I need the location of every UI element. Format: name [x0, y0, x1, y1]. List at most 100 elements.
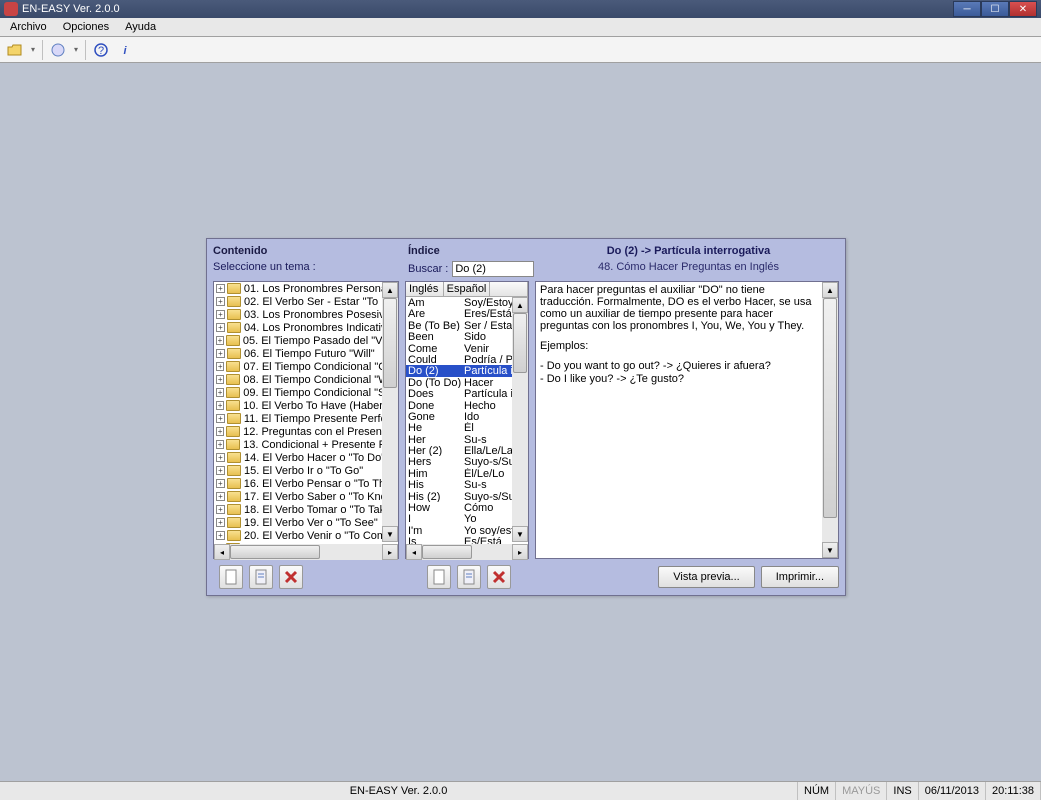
expand-icon[interactable]: + [216, 518, 225, 527]
expand-icon[interactable]: + [216, 349, 225, 358]
globe-button[interactable] [47, 39, 69, 61]
index-row[interactable]: DoesPartícula inte [406, 388, 528, 399]
print-button[interactable]: Imprimir... [761, 566, 839, 588]
expand-icon[interactable]: + [216, 336, 224, 345]
index-delete-button[interactable] [487, 565, 511, 589]
index-row[interactable]: CouldPodría / Poc [406, 354, 528, 365]
index-row[interactable]: HisSu-s [406, 479, 528, 490]
tree-item[interactable]: +04. Los Pronombres Indicativos [214, 321, 398, 334]
index-row[interactable]: Do (2)Partícula inte [406, 365, 528, 376]
folder-icon [227, 530, 241, 541]
expand-icon[interactable]: + [216, 388, 224, 397]
index-row[interactable]: HerSu-s [406, 434, 528, 445]
minimize-button[interactable]: ─ [953, 1, 981, 17]
expand-icon[interactable]: + [216, 375, 224, 384]
close-button[interactable]: ✕ [1009, 1, 1037, 17]
tree-item[interactable]: +11. El Tiempo Presente Perfecto [214, 412, 398, 425]
index-row[interactable]: HersSuyo-s/Suya [406, 456, 528, 467]
expand-icon[interactable]: + [216, 310, 225, 319]
index-row[interactable]: IsEs/Está [406, 536, 528, 544]
index-row[interactable]: IYo [406, 513, 528, 524]
index-row[interactable]: HimÉl/Le/Lo [406, 468, 528, 479]
tree-item[interactable]: +20. El Verbo Venir o "To Come" [214, 529, 398, 542]
index-row[interactable]: HeÉl [406, 422, 528, 433]
index-doc2-button[interactable] [457, 565, 481, 589]
tree-item[interactable]: +07. El Tiempo Condicional "Could" [214, 360, 398, 373]
index-cell-en: Do (To Do) [406, 377, 462, 388]
tree-hscroll[interactable]: ◂▸ [214, 544, 398, 560]
tree-item[interactable]: +02. El Verbo Ser - Estar "To Be" [214, 295, 398, 308]
tree-item[interactable]: +14. El Verbo Hacer o "To Do" [214, 451, 398, 464]
expand-icon[interactable]: + [216, 284, 225, 293]
toolbar-separator [85, 40, 86, 60]
content-tree[interactable]: +01. Los Pronombres Personales+02. El Ve… [213, 281, 399, 559]
index-header: Índice [408, 245, 538, 257]
expand-icon[interactable]: + [216, 427, 224, 436]
tree-item[interactable]: +06. El Tiempo Futuro "Will" [214, 347, 398, 360]
tree-item[interactable]: +01. Los Pronombres Personales [214, 282, 398, 295]
tree-doc2-button[interactable] [249, 565, 273, 589]
tree-item[interactable]: +08. El Tiempo Condicional "Would" [214, 373, 398, 386]
tree-doc-button[interactable] [219, 565, 243, 589]
index-row[interactable]: DoneHecho [406, 400, 528, 411]
expand-icon[interactable]: + [216, 479, 225, 488]
tree-item[interactable]: +15. El Verbo Ir o "To Go" [214, 464, 398, 477]
expand-icon[interactable]: + [216, 531, 225, 540]
index-row[interactable]: Her (2)Ella/Le/La [406, 445, 528, 456]
index-row[interactable]: AreEres/Estás/S [406, 308, 528, 319]
tree-item[interactable]: +12. Preguntas con el Presente Perfe [214, 425, 398, 438]
index-col-english[interactable]: Inglés [406, 282, 444, 296]
globe-dropdown[interactable]: ▾ [71, 39, 81, 61]
tree-item[interactable]: +03. Los Pronombres Posesivos [214, 308, 398, 321]
expand-icon[interactable]: + [216, 362, 224, 371]
menu-opciones[interactable]: Opciones [55, 19, 117, 35]
tree-item[interactable]: +16. El Verbo Pensar o "To Think" [214, 477, 398, 490]
expand-icon[interactable]: + [216, 453, 225, 462]
maximize-button[interactable]: ☐ [981, 1, 1009, 17]
tree-label: 05. El Tiempo Pasado del "Verb To Be [243, 335, 398, 347]
detail-vscroll[interactable]: ▲▼ [822, 282, 838, 558]
help-button[interactable]: ? [90, 39, 112, 61]
index-row[interactable]: AmSoy/Estoy [406, 297, 528, 308]
content-subheader: Seleccione un tema : [213, 261, 408, 277]
index-row[interactable]: Do (To Do)Hacer [406, 377, 528, 388]
index-doc-button[interactable] [427, 565, 451, 589]
tree-item[interactable]: +19. El Verbo Ver o "To See" [214, 516, 398, 529]
index-row[interactable]: GoneIdo [406, 411, 528, 422]
expand-icon[interactable]: + [216, 297, 225, 306]
menu-ayuda[interactable]: Ayuda [117, 19, 164, 35]
tree-item[interactable]: +09. El Tiempo Condicional "Should" [214, 386, 398, 399]
expand-icon[interactable]: + [216, 466, 225, 475]
tree-delete-button[interactable] [279, 565, 303, 589]
index-row[interactable]: Be (To Be)Ser / Estar [406, 320, 528, 331]
expand-icon[interactable]: + [216, 505, 225, 514]
index-row[interactable]: His (2)Suyo-s/Suya [406, 491, 528, 502]
index-row[interactable]: I'mYo soy/estoy [406, 525, 528, 536]
menu-archivo[interactable]: Archivo [2, 19, 55, 35]
tree-item[interactable]: +13. Condicional + Presente Perfecto [214, 438, 398, 451]
expand-icon[interactable]: + [216, 440, 224, 449]
index-col-spanish[interactable]: Español [444, 282, 491, 296]
tree-item[interactable]: +10. El Verbo To Have (Haber - Tener [214, 399, 398, 412]
preview-button[interactable]: Vista previa... [658, 566, 754, 588]
index-cell-en: Been [406, 331, 462, 342]
tree-item[interactable]: +18. El Verbo Tomar o "To Take" [214, 503, 398, 516]
tree-vscroll[interactable]: ▲▼ [382, 282, 398, 542]
folder-icon [226, 361, 240, 372]
expand-icon[interactable]: + [216, 401, 224, 410]
tree-item[interactable]: +05. El Tiempo Pasado del "Verb To Be [214, 334, 398, 347]
tree-item[interactable]: +17. El Verbo Saber o "To Know" [214, 490, 398, 503]
info-button[interactable]: i [114, 39, 136, 61]
index-list[interactable]: Inglés Español AmSoy/EstoyAreEres/Estás/… [405, 281, 529, 559]
index-row[interactable]: ComeVenir [406, 343, 528, 354]
index-row[interactable]: HowCómo [406, 502, 528, 513]
index-vscroll[interactable]: ▲▼ [512, 297, 528, 542]
index-row[interactable]: BeenSido [406, 331, 528, 342]
search-input[interactable] [452, 261, 534, 277]
open-dropdown[interactable]: ▾ [28, 39, 38, 61]
open-folder-button[interactable] [4, 39, 26, 61]
expand-icon[interactable]: + [216, 414, 225, 423]
index-hscroll[interactable]: ◂▸ [406, 544, 528, 560]
expand-icon[interactable]: + [216, 323, 225, 332]
expand-icon[interactable]: + [216, 492, 225, 501]
